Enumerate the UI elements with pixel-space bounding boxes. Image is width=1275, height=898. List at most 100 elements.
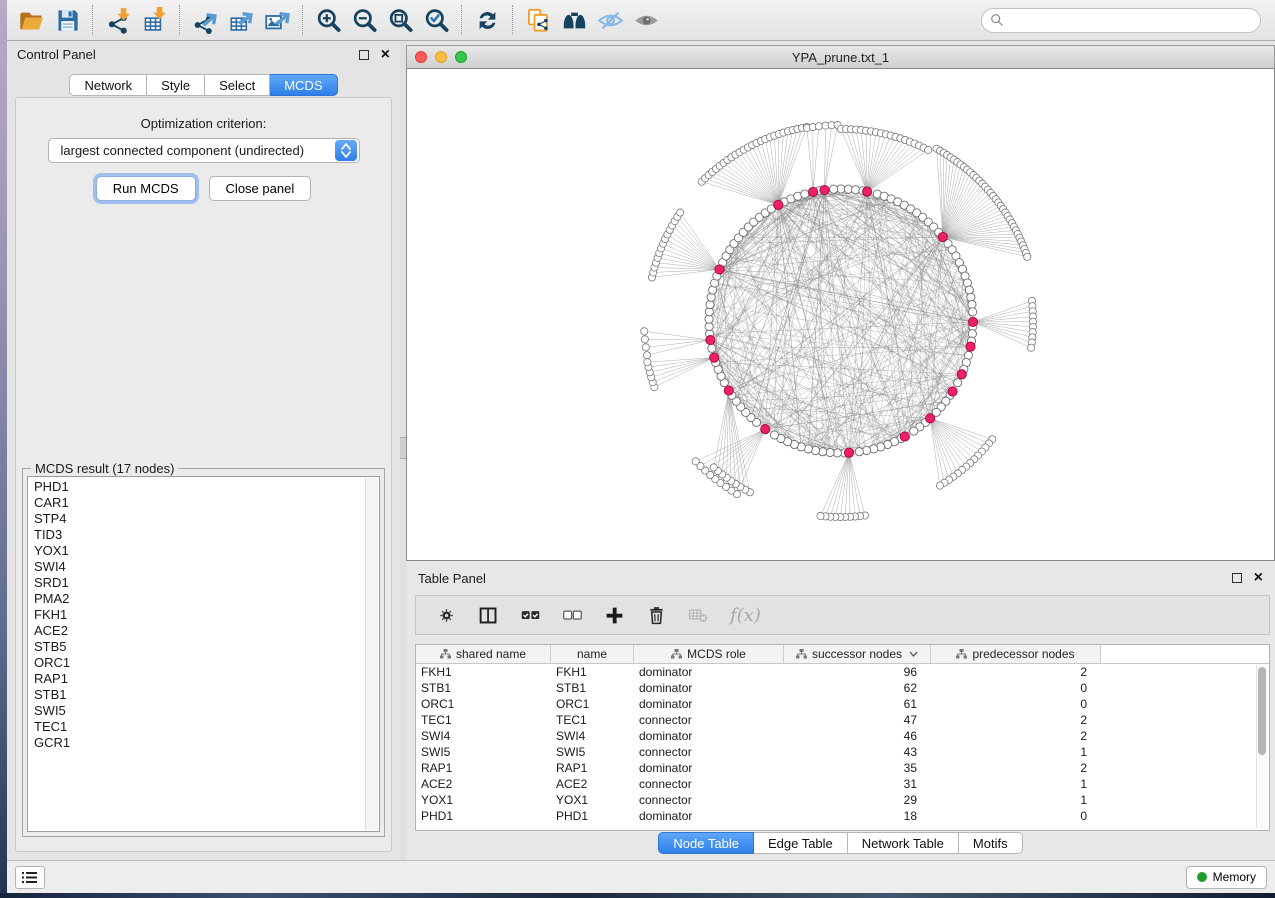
import-network-button[interactable] xyxy=(100,3,136,37)
show-all-button[interactable] xyxy=(628,3,664,37)
mcds-result-item[interactable]: SWI5 xyxy=(28,703,365,719)
tab-edge-table[interactable]: Edge Table xyxy=(754,832,848,854)
cell-predecessor-nodes: 2 xyxy=(931,665,1101,679)
mcds-result-item[interactable]: TEC1 xyxy=(28,719,365,735)
table-scrollbar[interactable] xyxy=(1256,665,1267,828)
network-window-titlebar[interactable]: YPA_prune.txt_1 xyxy=(406,45,1275,68)
mcds-result-item[interactable]: RAP1 xyxy=(28,671,365,687)
mcds-result-item[interactable]: YOX1 xyxy=(28,543,365,559)
hide-selected-button[interactable] xyxy=(592,3,628,37)
mcds-result-scrollbar[interactable] xyxy=(365,478,378,830)
node-table[interactable]: shared namename MCDS role successor node… xyxy=(415,644,1270,831)
mcds-result-item[interactable]: SWI4 xyxy=(28,559,365,575)
zoom-out-button[interactable] xyxy=(346,3,382,37)
column-header-predecessor-nodes[interactable]: predecessor nodes xyxy=(931,645,1101,663)
column-header-shared-name[interactable]: shared name xyxy=(416,645,551,663)
cell-name: ACE2 xyxy=(551,777,634,791)
mcds-result-item[interactable]: PHD1 xyxy=(28,479,365,495)
import-table-button[interactable] xyxy=(136,3,172,37)
table-row[interactable]: SWI5SWI5connector431 xyxy=(416,744,1269,760)
table-row[interactable]: PHD1PHD1dominator180 xyxy=(416,808,1269,824)
tab-network[interactable]: Network xyxy=(69,74,147,96)
main-toolbar xyxy=(7,0,1275,41)
table-row[interactable]: ACE2ACE2connector311 xyxy=(416,776,1269,792)
cell-shared-name: FKH1 xyxy=(416,665,551,679)
create-column-button[interactable] xyxy=(604,600,625,630)
table-row[interactable]: YOX1YOX1connector291 xyxy=(416,792,1269,808)
cell-name: FKH1 xyxy=(551,665,634,679)
table-row[interactable]: RAP1RAP1dominator352 xyxy=(416,760,1269,776)
table-scrollbar-thumb[interactable] xyxy=(1258,667,1266,755)
save-session-button[interactable] xyxy=(49,3,85,37)
column-header-MCDS-role[interactable]: MCDS role xyxy=(634,645,784,663)
cell-MCDS-role: connector xyxy=(634,745,784,759)
cell-MCDS-role: dominator xyxy=(634,681,784,695)
toolbar-separator xyxy=(302,5,303,35)
mcds-result-item[interactable]: STP4 xyxy=(28,511,365,527)
mcds-result-item[interactable]: FKH1 xyxy=(28,607,365,623)
save-session-icon xyxy=(54,7,81,34)
select-all-columns-button[interactable] xyxy=(520,600,541,630)
tab-network-table[interactable]: Network Table xyxy=(848,832,959,854)
mcds-result-item[interactable]: STB1 xyxy=(28,687,365,703)
delete-columns-button[interactable] xyxy=(646,600,667,630)
mcds-result-item[interactable]: ORC1 xyxy=(28,655,365,671)
table-panel-title: Table Panel xyxy=(418,571,486,586)
search-input[interactable] xyxy=(1004,10,1260,30)
table-row[interactable]: TEC1TEC1connector472 xyxy=(416,712,1269,728)
table-row[interactable]: SWI4SWI4dominator462 xyxy=(416,728,1269,744)
float-panel-icon[interactable] xyxy=(359,50,369,60)
mcds-result-item[interactable]: STB5 xyxy=(28,639,365,655)
export-network-button[interactable] xyxy=(187,3,223,37)
cell-MCDS-role: connector xyxy=(634,793,784,807)
hide-selected-icon xyxy=(597,7,624,34)
table-row[interactable]: FKH1FKH1dominator962 xyxy=(416,664,1269,680)
first-neighbors-button[interactable] xyxy=(556,3,592,37)
mcds-result-item[interactable]: GCR1 xyxy=(28,735,365,751)
criterion-select[interactable]: largest connected component (undirected) xyxy=(48,138,360,163)
memory-label: Memory xyxy=(1213,870,1256,884)
table-row[interactable]: STB1STB1dominator620 xyxy=(416,680,1269,696)
tab-style[interactable]: Style xyxy=(147,74,205,96)
table-settings-button[interactable] xyxy=(436,600,457,630)
float-table-panel-icon[interactable] xyxy=(1232,573,1242,583)
cell-MCDS-role: dominator xyxy=(634,697,784,711)
tab-select[interactable]: Select xyxy=(205,74,270,96)
tab-mcds[interactable]: MCDS xyxy=(270,74,337,96)
open-file-button[interactable] xyxy=(13,3,49,37)
toolbar-separator xyxy=(461,5,462,35)
table-row[interactable]: ORC1ORC1dominator610 xyxy=(416,696,1269,712)
toggle-panel-button[interactable] xyxy=(478,600,499,630)
network-canvas[interactable] xyxy=(406,68,1275,561)
zoom-fit-button[interactable] xyxy=(382,3,418,37)
export-image-button[interactable] xyxy=(259,3,295,37)
column-header-name[interactable]: name xyxy=(551,645,634,663)
zoom-selected-button[interactable] xyxy=(418,3,454,37)
tab-node-table[interactable]: Node Table xyxy=(658,832,754,854)
cell-shared-name: YOX1 xyxy=(416,793,551,807)
mcds-result-item[interactable]: SRD1 xyxy=(28,575,365,591)
close-table-panel-icon[interactable]: × xyxy=(1254,573,1263,583)
sort-menu-icon[interactable] xyxy=(909,651,918,657)
export-table-button[interactable] xyxy=(223,3,259,37)
mcds-result-item[interactable]: CAR1 xyxy=(28,495,365,511)
run-mcds-button[interactable]: Run MCDS xyxy=(96,176,196,201)
mcds-result-item[interactable]: PMA2 xyxy=(28,591,365,607)
refresh-view-button[interactable] xyxy=(469,3,505,37)
close-panel-button[interactable]: Close panel xyxy=(209,176,312,201)
task-history-button[interactable] xyxy=(15,866,45,889)
mcds-result-list[interactable]: PHD1CAR1STP4TID3YOX1SWI4SRD1PMA2FKH1ACE2… xyxy=(27,476,380,832)
column-header-successor-nodes[interactable]: successor nodes xyxy=(784,645,931,663)
unselect-all-columns-button[interactable] xyxy=(562,600,583,630)
criterion-select-value: largest connected component (undirected) xyxy=(49,143,335,158)
control-panel: Control Panel × NetworkStyleSelectMCDS O… xyxy=(7,41,400,860)
mcds-result-item[interactable]: TID3 xyxy=(28,527,365,543)
zoom-in-button[interactable] xyxy=(310,3,346,37)
new-network-from-selection-button[interactable] xyxy=(520,3,556,37)
mcds-result-item[interactable]: ACE2 xyxy=(28,623,365,639)
cell-predecessor-nodes: 0 xyxy=(931,681,1101,695)
tab-motifs[interactable]: Motifs xyxy=(959,832,1023,854)
memory-button[interactable]: Memory xyxy=(1186,866,1267,889)
close-panel-icon[interactable]: × xyxy=(381,50,390,60)
search-field[interactable] xyxy=(981,8,1261,33)
